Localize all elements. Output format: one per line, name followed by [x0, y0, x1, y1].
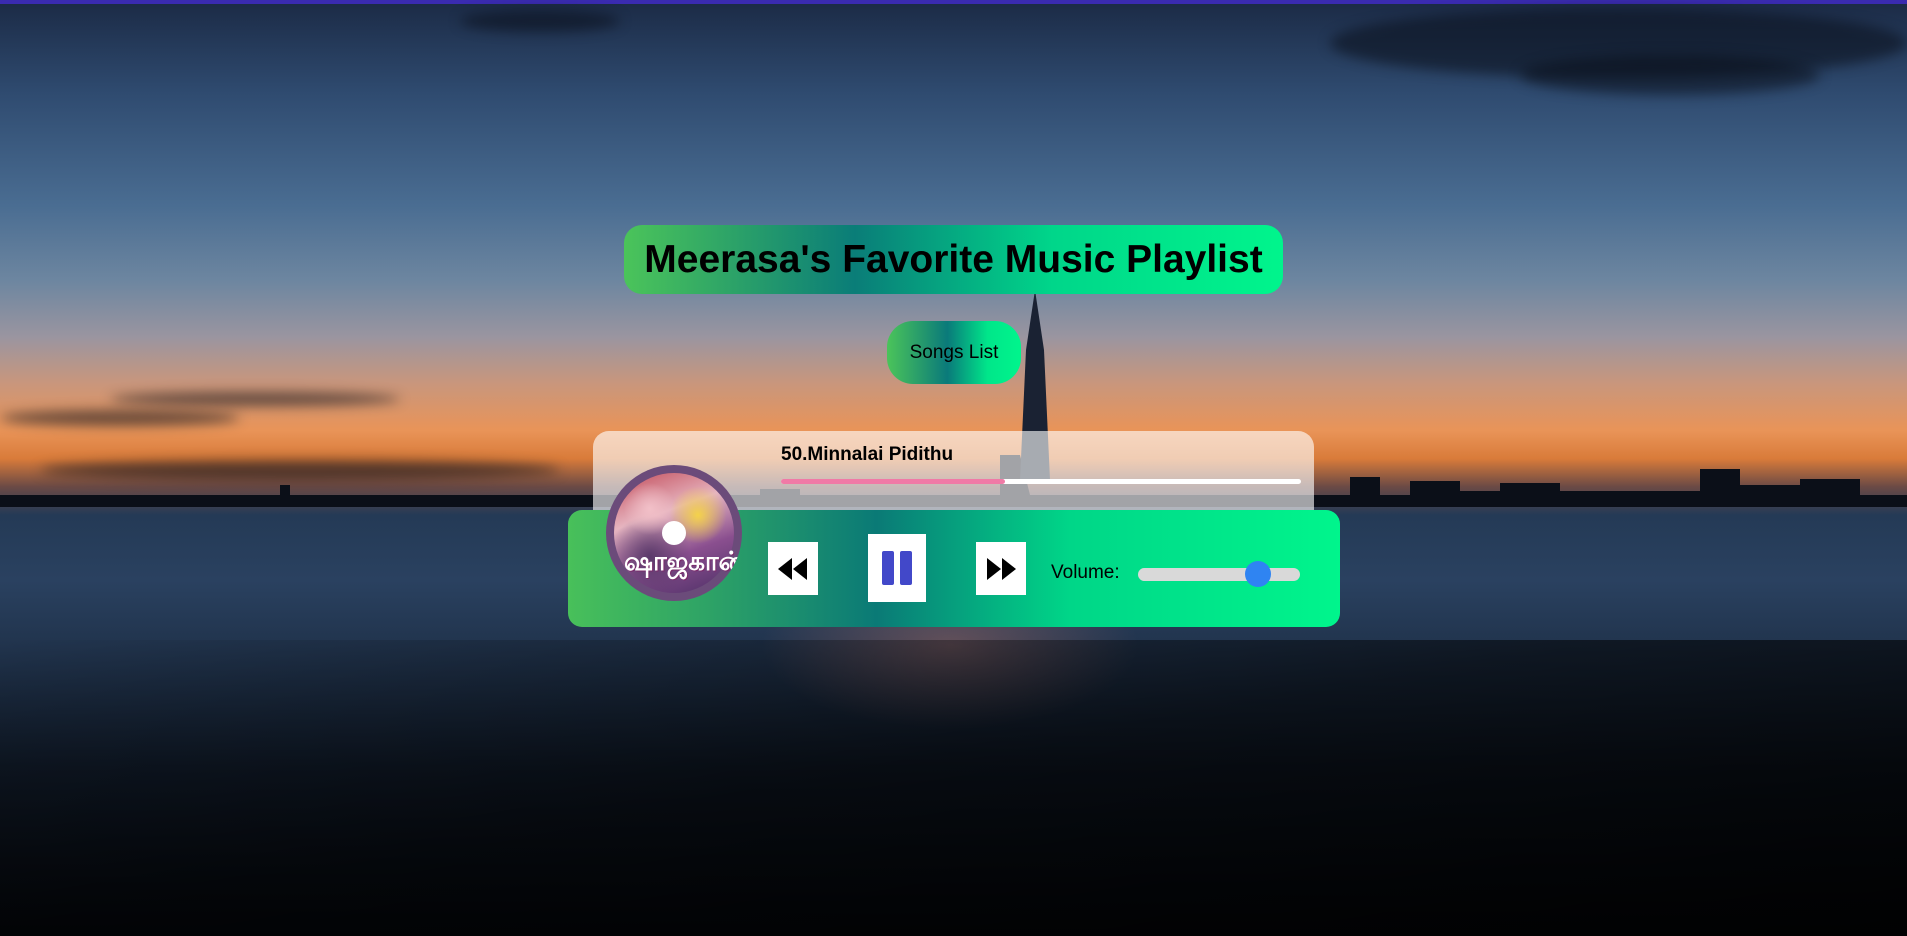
page-title: Meerasa's Favorite Music Playlist	[644, 237, 1263, 281]
play-pause-button[interactable]	[868, 534, 926, 602]
next-button[interactable]	[976, 542, 1026, 595]
cloud	[110, 392, 400, 406]
volume-label: Volume:	[1051, 562, 1120, 583]
disc-center-hole	[662, 521, 686, 545]
volume-slider-thumb[interactable]	[1244, 561, 1271, 587]
album-art-disc: ஷாஜகான்	[606, 465, 742, 601]
fast-forward-icon	[987, 557, 1016, 580]
page-header: Meerasa's Favorite Music Playlist	[624, 225, 1283, 294]
rewind-icon	[778, 557, 807, 580]
songs-list-button[interactable]: Songs List	[887, 321, 1021, 384]
top-accent-bar	[0, 0, 1907, 4]
cloud	[0, 410, 240, 426]
cloud	[460, 10, 620, 32]
album-art-text: ஷாஜகான்	[624, 547, 742, 577]
track-title: 50.Minnalai Pidithu	[781, 444, 954, 465]
cloud	[1520, 55, 1820, 95]
previous-button[interactable]	[768, 542, 818, 595]
volume-slider[interactable]	[1138, 568, 1300, 581]
shore-shadow	[0, 640, 1907, 936]
pause-icon	[882, 551, 912, 585]
progress-bar[interactable]	[781, 479, 1301, 484]
progress-fill	[781, 479, 1005, 484]
